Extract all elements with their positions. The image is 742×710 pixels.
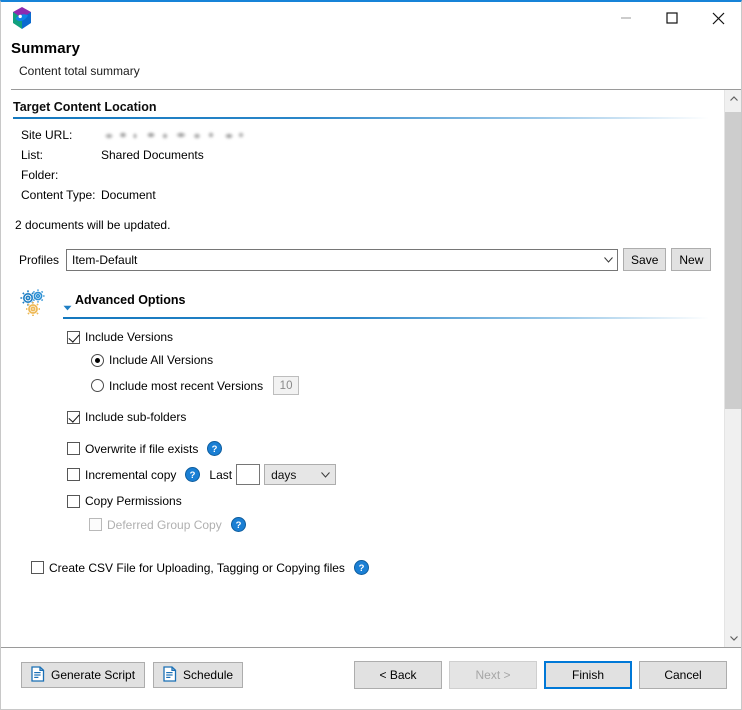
profiles-combobox[interactable]: Item-Default — [66, 249, 618, 271]
incremental-copy-label: Incremental copy — [85, 468, 176, 482]
incremental-copy-checkbox[interactable] — [67, 468, 80, 481]
overwrite-label: Overwrite if file exists — [85, 442, 198, 456]
redacted-url — [101, 130, 249, 141]
create-csv-row[interactable]: Create CSV File for Uploading, Tagging o… — [31, 532, 719, 575]
incremental-last-value-input[interactable] — [236, 464, 260, 485]
copy-permissions-label: Copy Permissions — [85, 494, 182, 508]
create-csv-label: Create CSV File for Uploading, Tagging o… — [49, 561, 345, 575]
profiles-label: Profiles — [19, 253, 59, 267]
recent-versions-count-input[interactable]: 10 — [273, 376, 299, 395]
help-icon[interactable]: ? — [231, 517, 246, 532]
footer-left-actions: Generate Script Schedule — [21, 662, 243, 688]
deferred-group-copy-label: Deferred Group Copy — [107, 518, 222, 532]
scroll-down-arrow-icon[interactable] — [725, 630, 741, 647]
title-bar — [1, 2, 741, 34]
include-subfolders-label: Include sub-folders — [85, 410, 186, 424]
schedule-button[interactable]: Schedule — [153, 662, 243, 688]
profiles-selected-value: Item-Default — [67, 253, 600, 267]
vertical-scrollbar[interactable] — [724, 90, 741, 647]
detail-row-list: List: Shared Documents — [21, 148, 719, 168]
target-section-title: Target Content Location — [13, 100, 719, 114]
save-profile-button[interactable]: Save — [623, 248, 666, 271]
next-button: Next > — [449, 661, 537, 689]
include-all-versions-label: Include All Versions — [109, 353, 213, 367]
deferred-group-copy-checkbox — [89, 518, 102, 531]
page-subtitle: Content total summary — [19, 64, 741, 78]
page-title: Summary — [11, 40, 741, 57]
detail-row-content-type: Content Type: Document — [21, 188, 719, 208]
include-all-versions-row[interactable]: Include All Versions — [91, 353, 719, 367]
svg-text:?: ? — [235, 520, 241, 531]
include-subfolders-checkbox[interactable] — [67, 411, 80, 424]
close-button[interactable] — [695, 3, 741, 33]
chevron-down-icon — [600, 257, 617, 263]
include-versions-checkbox[interactable] — [67, 331, 80, 344]
schedule-label: Schedule — [183, 668, 233, 682]
maximize-button[interactable] — [649, 3, 695, 33]
footer-bar: Generate Script Schedule — [1, 647, 741, 709]
footer-navigation: < Back Next > Finish Cancel — [354, 661, 727, 689]
target-section-underline — [13, 117, 709, 119]
deferred-group-copy-row: Deferred Group Copy ? — [89, 517, 719, 532]
create-csv-checkbox[interactable] — [31, 561, 44, 574]
incremental-unit-value: days — [265, 468, 315, 482]
include-subfolders-row[interactable]: Include sub-folders — [67, 410, 719, 424]
detail-value: Shared Documents — [101, 148, 204, 162]
script-icon — [31, 666, 45, 685]
target-details-list: Site URL: List: Shared Documents Folder:… — [21, 128, 719, 208]
gears-icon — [19, 289, 53, 319]
caret-down-icon[interactable] — [63, 300, 72, 314]
profiles-row: Profiles Item-Default Save New — [19, 248, 719, 271]
script-icon — [163, 666, 177, 685]
include-recent-versions-radio[interactable] — [91, 379, 104, 392]
help-icon[interactable]: ? — [185, 467, 200, 482]
svg-text:?: ? — [359, 563, 365, 574]
incremental-copy-row[interactable]: Incremental copy ? Last days — [67, 464, 719, 485]
advanced-options-header[interactable]: Advanced Options — [1, 293, 719, 315]
detail-label: Content Type: — [21, 188, 101, 202]
detail-label: Folder: — [21, 168, 101, 182]
incremental-last-label: Last — [209, 468, 232, 482]
scrollbar-thumb[interactable] — [725, 112, 741, 409]
scroll-content: Target Content Location Site URL: List: … — [1, 90, 719, 575]
documents-note: 2 documents will be updated. — [15, 218, 719, 232]
detail-label: List: — [21, 148, 101, 162]
detail-row-site-url: Site URL: — [21, 128, 719, 148]
overwrite-row[interactable]: Overwrite if file exists ? — [67, 441, 719, 456]
overwrite-checkbox[interactable] — [67, 442, 80, 455]
include-versions-label: Include Versions — [85, 330, 173, 344]
back-button[interactable]: < Back — [354, 661, 442, 689]
advanced-options-title: Advanced Options — [75, 293, 185, 307]
scroll-up-arrow-icon[interactable] — [725, 90, 741, 107]
page-header: Summary Content total summary — [1, 34, 741, 90]
new-profile-button[interactable]: New — [671, 248, 711, 271]
include-all-versions-radio[interactable] — [91, 354, 104, 367]
scroll-region: Target Content Location Site URL: List: … — [1, 90, 741, 647]
help-icon[interactable]: ? — [207, 441, 222, 456]
advanced-options-underline — [63, 317, 709, 319]
cancel-button[interactable]: Cancel — [639, 661, 727, 689]
incremental-unit-combobox[interactable]: days — [264, 464, 336, 485]
detail-label: Site URL: — [21, 128, 101, 142]
svg-text:?: ? — [212, 444, 218, 455]
include-recent-versions-label: Include most recent Versions — [109, 379, 263, 393]
generate-script-label: Generate Script — [51, 668, 135, 682]
app-logo-icon — [7, 3, 37, 33]
help-icon[interactable]: ? — [354, 560, 369, 575]
chevron-down-icon — [315, 472, 335, 478]
include-recent-versions-row[interactable]: Include most recent Versions 10 — [91, 376, 719, 395]
copy-permissions-checkbox[interactable] — [67, 495, 80, 508]
svg-text:?: ? — [190, 470, 196, 481]
include-versions-row[interactable]: Include Versions — [67, 330, 719, 344]
detail-row-folder: Folder: — [21, 168, 719, 188]
detail-value: Document — [101, 188, 156, 202]
finish-button[interactable]: Finish — [544, 661, 632, 689]
copy-permissions-row[interactable]: Copy Permissions — [67, 494, 719, 508]
detail-value-redacted — [101, 128, 249, 142]
minimize-button[interactable] — [603, 3, 649, 33]
summary-wizard-window: Summary Content total summary Target Con… — [0, 0, 742, 710]
generate-script-button[interactable]: Generate Script — [21, 662, 145, 688]
